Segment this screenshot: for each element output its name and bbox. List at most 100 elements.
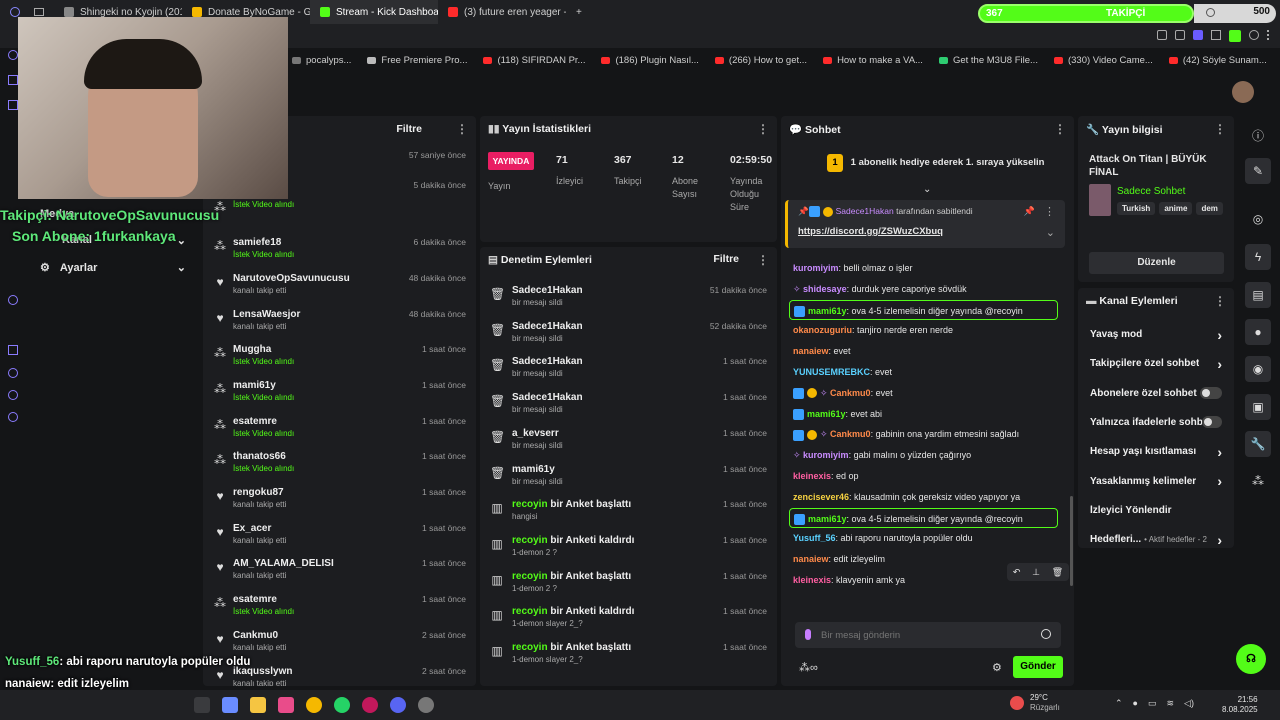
- network-icon[interactable]: ▭: [1148, 698, 1157, 709]
- chat-points-icon[interactable]: ⁂∞: [799, 661, 818, 674]
- nav-icon[interactable]: [8, 368, 18, 378]
- pencil-icon[interactable]: ✎: [1245, 158, 1271, 184]
- activity-row[interactable]: ⁂ 1 saat önce esatemre İstek Video alındı: [203, 414, 476, 450]
- chat-username[interactable]: mami61y: [808, 514, 847, 524]
- tag-chip[interactable]: anime: [1159, 202, 1193, 215]
- chat-message[interactable]: ✧ shidesaye: durduk yere caporiye sövdük: [793, 279, 1062, 299]
- chat-username[interactable]: kuromiyim: [793, 263, 839, 273]
- clipboard-icon[interactable]: ▤: [1245, 282, 1271, 308]
- avatar[interactable]: [1232, 81, 1254, 103]
- moderation-row[interactable]: ▥ 1 saat önce recoyin bir Anket başlattı 1-…: [480, 640, 777, 676]
- moderation-row[interactable]: ▥ 1 saat önce recoyin bir Anketi kaldırdı 1…: [480, 533, 777, 569]
- bookmark-item[interactable]: (266) How to get...: [709, 55, 813, 66]
- extension-icon[interactable]: [1175, 30, 1185, 40]
- chat-username[interactable]: kuromiyim: [803, 450, 849, 460]
- channel-action-item[interactable]: Yasaklanmış kelimeler ›: [1078, 467, 1234, 496]
- more-icon[interactable]: ⋮: [1044, 205, 1055, 218]
- channel-action-item[interactable]: Takipçilere özel sohbet ›: [1078, 349, 1234, 378]
- extension-icon[interactable]: [1229, 30, 1241, 42]
- bookmark-item[interactable]: (186) Plugin Nasıl...: [595, 55, 704, 66]
- chat-username[interactable]: Cankmu0: [830, 429, 871, 439]
- more-icon[interactable]: ⋮: [1214, 122, 1226, 136]
- chat-message[interactable]: okanozuguriu: tanjiro nerde eren nerde: [793, 320, 1062, 340]
- volume-icon[interactable]: ◁): [1184, 698, 1194, 709]
- channel-action-item[interactable]: Yalnızca ifadelerle sohbet: [1078, 408, 1234, 437]
- chat-bubble-icon[interactable]: ●: [1245, 319, 1271, 345]
- chat-username[interactable]: mami61y: [808, 306, 847, 316]
- extension-icon[interactable]: [1249, 30, 1259, 40]
- chat-message[interactable]: kuromiyim: belli olmaz o işler: [793, 258, 1062, 278]
- chat-message[interactable]: mami61y: ova 4-5 izlemelisin diğer yayın…: [789, 299, 1058, 320]
- bookmark-item[interactable]: pocalyps...: [286, 55, 357, 66]
- taskbar-app-icon[interactable]: [390, 697, 406, 713]
- activity-row[interactable]: ⁂ 1 saat önce mami61y İstek Video alındı: [203, 378, 476, 414]
- taskbar-app-icon[interactable]: [418, 697, 434, 713]
- chat-message[interactable]: YUNUSEMREBKC: evet: [793, 362, 1062, 382]
- tab-list-icon[interactable]: [34, 8, 44, 16]
- chat-message[interactable]: nanaiew: evet: [793, 341, 1062, 361]
- layout-icon[interactable]: ▣: [1245, 394, 1271, 420]
- activity-row[interactable]: ⁂ 1 saat önce thanatos66 İstek Video alındı: [203, 449, 476, 485]
- activity-row[interactable]: ♥ 48 dakika önce LensaWaesjor kanalı takip …: [203, 307, 476, 343]
- chat-username[interactable]: nanaiew: [793, 554, 829, 564]
- chat-username[interactable]: shidesaye: [803, 284, 847, 294]
- chat-input[interactable]: [821, 626, 1021, 644]
- moderation-row[interactable]: 🗑 52 dakika önce Sadece1Hakan bir mesajı si…: [480, 319, 777, 355]
- nav-icon[interactable]: [8, 390, 18, 400]
- chat-username[interactable]: kleinexis: [793, 471, 831, 481]
- tag-chip[interactable]: dem: [1196, 202, 1223, 215]
- microphone-icon[interactable]: [805, 629, 811, 640]
- more-icon[interactable]: ⋮: [757, 122, 769, 136]
- activity-row[interactable]: ⁂ 1 saat önce Muggha İstek Video alındı: [203, 342, 476, 378]
- taskbar-app-icon[interactable]: [250, 697, 266, 713]
- sidebar-item-ayarlar[interactable]: ⚙ Ayarlar ⌄: [40, 261, 186, 274]
- moderation-row[interactable]: ▥ 1 saat önce recoyin bir Anketi kaldırdı 1…: [480, 604, 777, 640]
- nav-icon[interactable]: [8, 100, 18, 110]
- camera-icon[interactable]: ◎: [1245, 206, 1271, 232]
- bookmark-item[interactable]: (330) Video Came...: [1048, 55, 1159, 66]
- chat-username[interactable]: nanaiew: [793, 346, 829, 356]
- chat-scrollbar[interactable]: [1070, 496, 1073, 586]
- activity-row[interactable]: ♥ 1 saat önce Ex_acer kanalı takip etti: [203, 521, 476, 557]
- chat-username[interactable]: kleinexis: [793, 575, 831, 585]
- chat-username[interactable]: YUNUSEMREBKC: [793, 367, 870, 377]
- chat-username[interactable]: Cankmu0: [830, 388, 871, 398]
- nav-icon[interactable]: [8, 75, 18, 85]
- lightning-icon[interactable]: ϟ: [1245, 244, 1271, 270]
- activity-row[interactable]: ⁂ İstek Video alındı: [203, 196, 476, 232]
- toggle-switch[interactable]: [1201, 416, 1222, 429]
- pinned-link[interactable]: https://discord.gg/ZSWuzCXbuq: [798, 226, 943, 237]
- activity-row[interactable]: ♥ 1 saat önce rengoku87 kanalı takip etti: [203, 485, 476, 521]
- clock[interactable]: 21:56 8.08.2025: [1222, 695, 1258, 715]
- wifi-icon[interactable]: ≋: [1167, 698, 1175, 709]
- bookmark-item[interactable]: How to make a VA...: [817, 55, 929, 66]
- chat-message[interactable]: kleinexis: ed op: [793, 466, 1062, 486]
- more-icon[interactable]: ⋮: [1054, 122, 1066, 136]
- chevron-down-icon[interactable]: ⌄: [923, 184, 931, 195]
- channel-action-item[interactable]: Abonelere özel sohbet: [1078, 379, 1234, 408]
- unpin-icon[interactable]: 📌: [1024, 206, 1035, 217]
- chat-settings-icon[interactable]: ⚙: [992, 661, 1002, 674]
- edit-button[interactable]: Düzenle: [1089, 252, 1224, 274]
- taskbar-app-icon[interactable]: [278, 697, 294, 713]
- activity-row[interactable]: ⁂ 1 saat önce esatemre İstek Video alındı: [203, 592, 476, 628]
- channel-action-item[interactable]: İzleyici Yönlendir: [1078, 496, 1234, 525]
- moderation-row[interactable]: 🗑 51 dakika önce Sadece1Hakan bir mesajı si…: [480, 283, 777, 319]
- nav-icon[interactable]: [8, 345, 18, 355]
- send-button[interactable]: Gönder: [1013, 656, 1063, 678]
- info-icon[interactable]: ⓘ: [1245, 122, 1271, 148]
- activity-filter-button[interactable]: Filtre: [396, 123, 422, 135]
- chat-message[interactable]: ✧ kuromiyim: gabi malını o yüzden çağırı…: [793, 445, 1062, 465]
- browser-tab[interactable]: Stream - Kick Dashboard: [310, 0, 438, 24]
- extension-icon[interactable]: [1193, 30, 1203, 40]
- moderation-row[interactable]: ▥ 1 saat önce recoyin bir Anket başlattı ha…: [480, 497, 777, 533]
- search-icon[interactable]: [1206, 8, 1215, 17]
- bookmark-item[interactable]: Free Premiere Pro...: [361, 55, 473, 66]
- taskbar-app-icon[interactable]: [194, 697, 210, 713]
- more-icon[interactable]: ⋮: [456, 122, 468, 136]
- channel-action-item[interactable]: Yavaş mod ›: [1078, 320, 1234, 349]
- chevron-down-icon[interactable]: ⌄: [1046, 226, 1055, 239]
- menu-icon[interactable]: [1267, 30, 1270, 40]
- more-icon[interactable]: ⋮: [1214, 294, 1226, 308]
- wrench-icon[interactable]: 🔧: [1245, 431, 1271, 457]
